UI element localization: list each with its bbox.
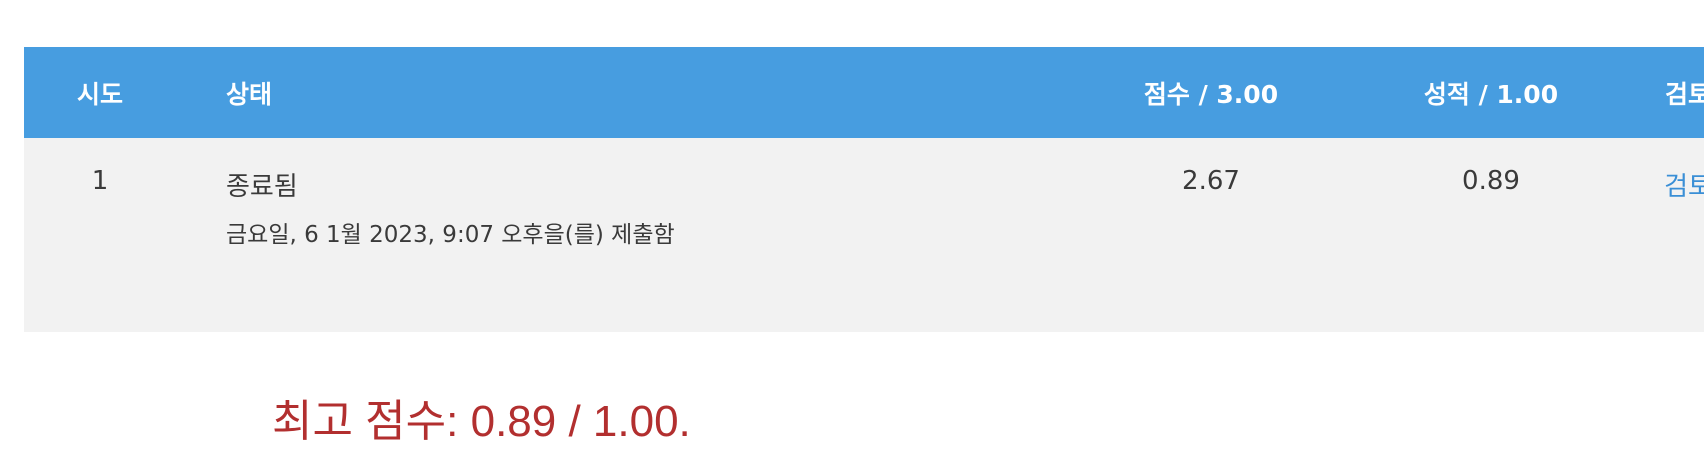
attempt-state-cell: 종료됨 금요일, 6 1월 2023, 9:07 오후을(를) 제출함 [176,138,1086,332]
review-cell: 검토 [1646,138,1704,332]
quiz-attempts-table: 시도 상태 점수 / 3.00 성적 / 1.00 검토 1 종료됨 금요일, … [24,47,1704,332]
highest-grade-feedback: 최고 점수: 0.89 / 1.00. [272,397,691,446]
header-marks: 점수 / 3.00 [1143,79,1279,109]
attempt-marks: 2.67 [1182,166,1240,196]
table-row: 1 종료됨 금요일, 6 1월 2023, 9:07 오후을(를) 제출함 2.… [24,138,1704,332]
header-attempt: 시도 [76,79,123,109]
attempt-state: 종료됨 [226,172,298,202]
header-grade: 성적 / 1.00 [1423,79,1559,109]
attempt-grade: 0.89 [1462,166,1520,196]
attempt-number: 1 [91,166,109,196]
submitted-time: 금요일, 6 1월 2023, 9:07 오후을(를) 제출함 [226,222,675,248]
table-header-row: 시도 상태 점수 / 3.00 성적 / 1.00 검토 [24,47,1704,138]
review-link[interactable]: 검토 [1664,172,1704,202]
header-review: 검토 [1664,79,1704,109]
header-state: 상태 [226,79,273,109]
